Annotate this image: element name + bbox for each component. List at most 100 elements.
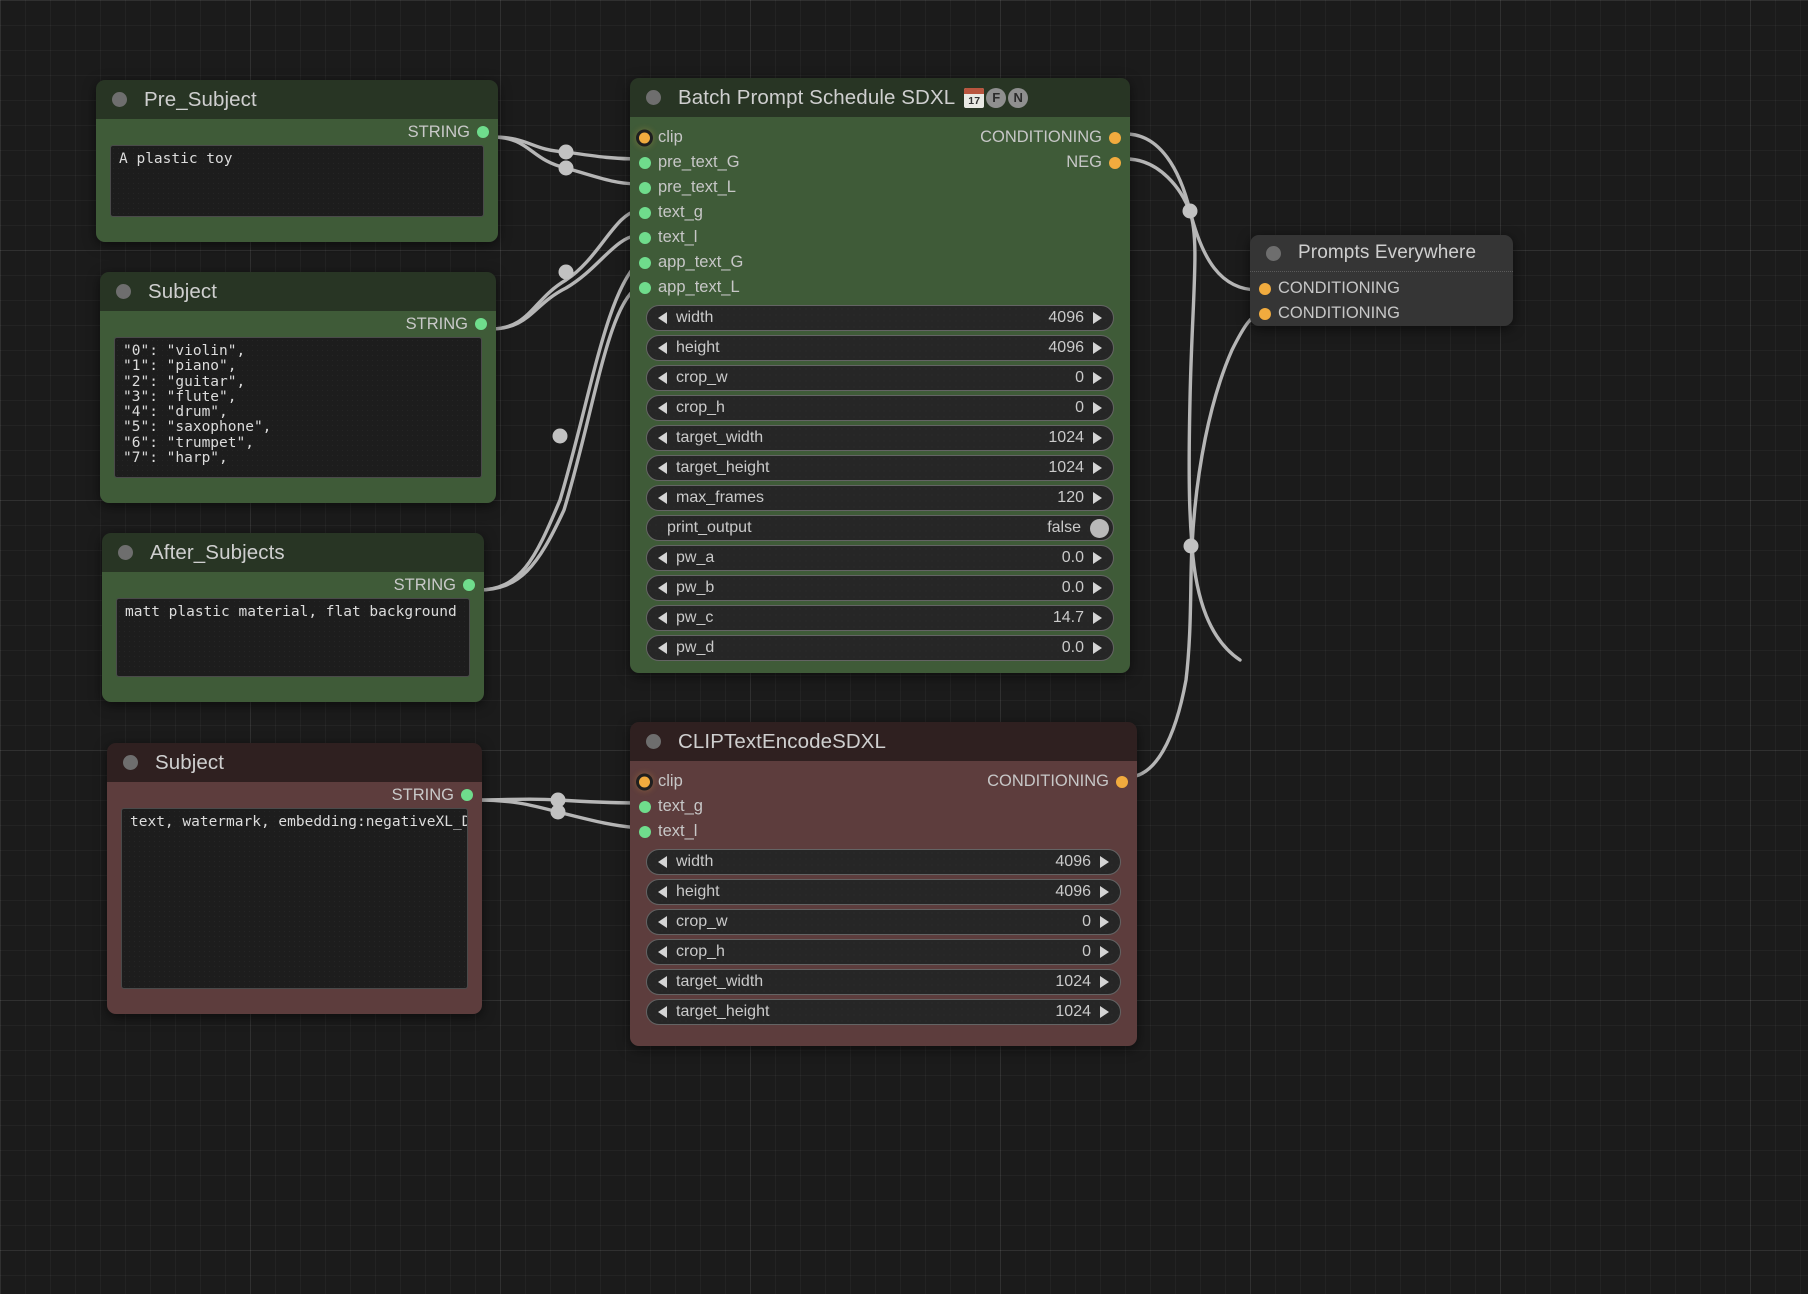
string-port-icon[interactable]	[639, 232, 651, 244]
string-port-icon[interactable]	[639, 182, 651, 194]
decrement-arrow-icon[interactable]	[658, 886, 667, 898]
node-pre-subject[interactable]: Pre_Subject STRING A plastic toy	[96, 80, 498, 242]
collapse-dot-icon[interactable]	[118, 545, 133, 560]
widget-value[interactable]: 120	[1057, 489, 1084, 507]
widget-value[interactable]: 0.0	[1062, 579, 1084, 597]
decrement-arrow-icon[interactable]	[658, 552, 667, 564]
text-input-pre-subject[interactable]: A plastic toy	[110, 145, 484, 217]
conditioning-port-icon[interactable]	[1116, 776, 1128, 788]
widget-value[interactable]: 1024	[1048, 459, 1084, 477]
clip-port-icon[interactable]	[639, 132, 650, 143]
collapse-dot-icon[interactable]	[646, 734, 661, 749]
node-graph-canvas[interactable]: Pre_Subject STRING A plastic toy Subject…	[0, 0, 1808, 1294]
increment-arrow-icon[interactable]	[1100, 976, 1109, 988]
output-slot-string[interactable]: STRING	[102, 572, 484, 598]
increment-arrow-icon[interactable]	[1093, 432, 1102, 444]
string-port-icon[interactable]	[475, 318, 487, 330]
collapse-dot-icon[interactable]	[1266, 246, 1281, 261]
decrement-arrow-icon[interactable]	[658, 946, 667, 958]
widget-value[interactable]: 0	[1082, 943, 1091, 961]
decrement-arrow-icon[interactable]	[658, 1006, 667, 1018]
node-title-bar[interactable]: Pre_Subject	[96, 80, 498, 119]
string-port-icon[interactable]	[477, 126, 489, 138]
widget-height[interactable]: height 4096	[646, 879, 1121, 905]
string-port-icon[interactable]	[461, 789, 473, 801]
output-slot-string[interactable]: STRING	[96, 119, 498, 145]
string-port-icon[interactable]	[639, 801, 651, 813]
output-slot-string[interactable]: STRING	[107, 782, 482, 808]
node-title-bar[interactable]: Subject	[107, 743, 482, 782]
widget-target-height[interactable]: target_height 1024	[646, 999, 1121, 1025]
conditioning-port-icon[interactable]	[1109, 132, 1121, 144]
input-slot-text-g[interactable]: text_g	[630, 794, 1137, 819]
string-port-icon[interactable]	[639, 157, 651, 169]
widget-value[interactable]: 4096	[1055, 883, 1091, 901]
widget-value[interactable]: 4096	[1048, 339, 1084, 357]
widget-value[interactable]: false	[1047, 519, 1081, 537]
widget-value[interactable]: 0	[1075, 399, 1084, 417]
input-slot-conditioning-2[interactable]: CONDITIONING	[1250, 301, 1513, 326]
decrement-arrow-icon[interactable]	[658, 916, 667, 928]
widget-target-height[interactable]: target_height 1024	[646, 455, 1114, 481]
conditioning-port-icon[interactable]	[1109, 157, 1121, 169]
input-slot-text-l[interactable]: text_l	[630, 225, 1130, 250]
node-prompts-everywhere[interactable]: Prompts Everywhere CONDITIONING CONDITIO…	[1250, 235, 1513, 326]
widget-value[interactable]: 14.7	[1053, 609, 1084, 627]
node-title-bar[interactable]: CLIPTextEncodeSDXL	[630, 722, 1137, 761]
collapse-dot-icon[interactable]	[123, 755, 138, 770]
decrement-arrow-icon[interactable]	[658, 642, 667, 654]
node-title-bar[interactable]: Subject	[100, 272, 496, 311]
decrement-arrow-icon[interactable]	[658, 402, 667, 414]
string-port-icon[interactable]	[639, 282, 651, 294]
toggle-knob-icon[interactable]	[1090, 519, 1109, 538]
widget-value[interactable]: 0	[1082, 913, 1091, 931]
text-input-subject-negative[interactable]: text, watermark, embedding:negativeXL_D,	[121, 808, 468, 989]
decrement-arrow-icon[interactable]	[658, 342, 667, 354]
node-title-bar[interactable]: Prompts Everywhere	[1250, 235, 1513, 271]
decrement-arrow-icon[interactable]	[658, 582, 667, 594]
output-slot-string[interactable]: STRING	[100, 311, 496, 337]
collapse-dot-icon[interactable]	[646, 90, 661, 105]
widget-width[interactable]: width 4096	[646, 305, 1114, 331]
widget-target-width[interactable]: target_width 1024	[646, 425, 1114, 451]
widget-target-width[interactable]: target_width 1024	[646, 969, 1121, 995]
increment-arrow-icon[interactable]	[1093, 552, 1102, 564]
node-title-bar[interactable]: After_Subjects	[102, 533, 484, 572]
widget-width[interactable]: width 4096	[646, 849, 1121, 875]
widget-crop-h[interactable]: crop_h 0	[646, 395, 1114, 421]
widget-value[interactable]: 1024	[1048, 429, 1084, 447]
widget-pw-d[interactable]: pw_d 0.0	[646, 635, 1114, 661]
widget-height[interactable]: height 4096	[646, 335, 1114, 361]
increment-arrow-icon[interactable]	[1100, 946, 1109, 958]
increment-arrow-icon[interactable]	[1100, 1006, 1109, 1018]
input-slot-app-text-l[interactable]: app_text_L	[630, 275, 1130, 300]
increment-arrow-icon[interactable]	[1093, 372, 1102, 384]
clip-port-icon[interactable]	[639, 776, 650, 787]
conditioning-port-icon[interactable]	[1259, 308, 1271, 320]
node-clip-text-encode-sdxl[interactable]: CLIPTextEncodeSDXL clip CONDITIONING tex…	[630, 722, 1137, 1046]
increment-arrow-icon[interactable]	[1093, 312, 1102, 324]
decrement-arrow-icon[interactable]	[658, 976, 667, 988]
widget-value[interactable]: 4096	[1055, 853, 1091, 871]
widget-crop-h[interactable]: crop_h 0	[646, 939, 1121, 965]
input-slot-pre-text-l[interactable]: pre_text_L	[630, 175, 1130, 200]
widget-value[interactable]: 1024	[1055, 973, 1091, 991]
widget-crop-w[interactable]: crop_w 0	[646, 365, 1114, 391]
widget-max-frames[interactable]: max_frames 120	[646, 485, 1114, 511]
increment-arrow-icon[interactable]	[1093, 612, 1102, 624]
input-slot-text-g[interactable]: text_g	[630, 200, 1130, 225]
node-title-bar[interactable]: Batch Prompt Schedule SDXL 17 F N	[630, 78, 1130, 117]
widget-crop-w[interactable]: crop_w 0	[646, 909, 1121, 935]
string-port-icon[interactable]	[639, 257, 651, 269]
collapse-dot-icon[interactable]	[116, 284, 131, 299]
widget-pw-b[interactable]: pw_b 0.0	[646, 575, 1114, 601]
widget-pw-c[interactable]: pw_c 14.7	[646, 605, 1114, 631]
decrement-arrow-icon[interactable]	[658, 462, 667, 474]
increment-arrow-icon[interactable]	[1093, 492, 1102, 504]
decrement-arrow-icon[interactable]	[658, 372, 667, 384]
widget-value[interactable]: 0.0	[1062, 549, 1084, 567]
text-input-subject[interactable]: "0": "violin", "1": "piano", "2": "guita…	[114, 337, 482, 478]
increment-arrow-icon[interactable]	[1100, 856, 1109, 868]
increment-arrow-icon[interactable]	[1093, 582, 1102, 594]
decrement-arrow-icon[interactable]	[658, 312, 667, 324]
